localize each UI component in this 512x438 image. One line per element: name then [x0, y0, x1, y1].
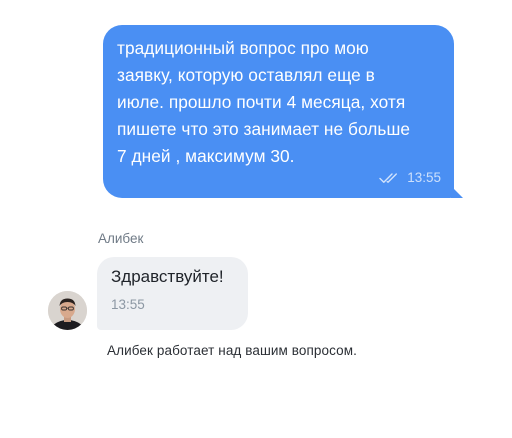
outgoing-message-bubble: традиционный вопрос про мою заявку, кото…: [103, 25, 463, 198]
outgoing-message-meta: 13:55: [379, 170, 441, 185]
sender-name: Алибек: [98, 231, 144, 246]
agent-status-text: Алибек работает над вашим вопросом.: [107, 343, 357, 358]
avatar-image: [48, 291, 87, 330]
chat-thread: традиционный вопрос про мою заявку, кото…: [0, 0, 512, 438]
avatar[interactable]: [48, 291, 87, 330]
incoming-message-text: Здравствуйте!: [111, 267, 224, 286]
bubble-tail: [451, 186, 463, 198]
outgoing-message-time: 13:55: [407, 170, 441, 185]
incoming-message-time: 13:55: [111, 297, 145, 312]
double-check-icon: [379, 172, 401, 184]
incoming-message-bubble: Здравствуйте! 13:55: [97, 257, 248, 330]
outgoing-message-text: традиционный вопрос про мою заявку, кото…: [117, 38, 411, 166]
